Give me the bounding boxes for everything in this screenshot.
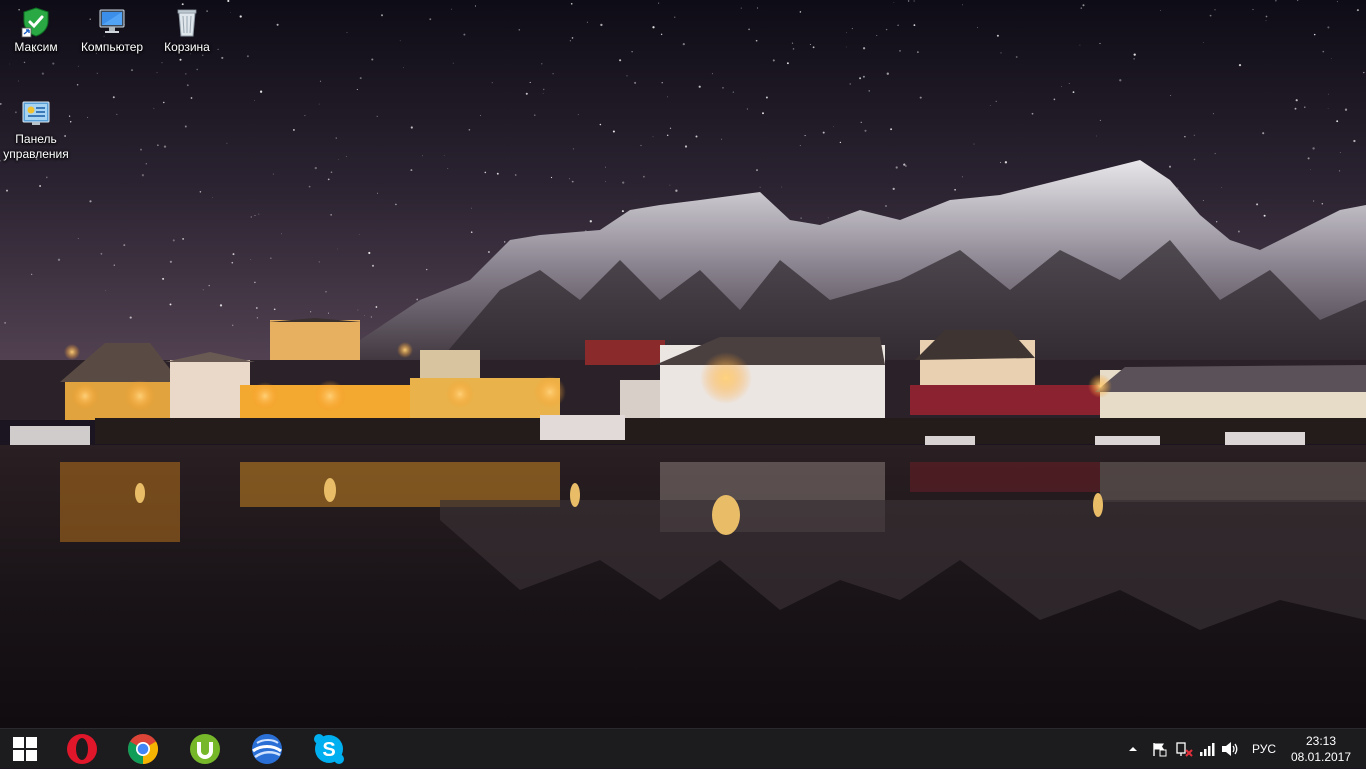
show-hidden-icons-button[interactable] (1126, 739, 1140, 759)
volume-button[interactable] (1221, 739, 1239, 759)
action-center-button[interactable] (1150, 739, 1168, 759)
input-language-indicator[interactable]: РУС (1252, 742, 1276, 756)
taskbar: S РУС 23:13 08.01.2017 (0, 728, 1366, 768)
taskbar-utorrent-button[interactable] (177, 729, 233, 769)
windows-start-icon (13, 737, 37, 761)
opera-icon (67, 734, 97, 764)
clock-date: 08.01.2017 (1290, 750, 1352, 764)
control-panel-icon (22, 101, 50, 125)
taskbar-chrome-button[interactable] (115, 729, 171, 769)
desktop-icon-user[interactable]: Максим (0, 6, 72, 55)
user-folder-icon (21, 7, 49, 38)
signal-bars-icon (1200, 743, 1215, 756)
action-center-flag-icon (1153, 743, 1167, 757)
start-button[interactable] (0, 729, 50, 769)
desktop-icon-control-panel[interactable]: Панель управления (0, 98, 72, 162)
chevron-up-icon (1129, 747, 1137, 751)
taskbar-opera-button[interactable] (54, 729, 110, 769)
taskbar-skype-button[interactable]: S (301, 729, 357, 769)
volume-icon (1222, 742, 1238, 756)
svg-text:S: S (322, 739, 335, 761)
desktop-icon-computer[interactable]: Компьютер (76, 6, 148, 55)
signal-button[interactable] (1198, 739, 1216, 759)
skype-icon: S (314, 734, 344, 764)
desktop-icon-label: Панель управления (0, 132, 72, 162)
chrome-icon (127, 734, 159, 764)
desktop-icon-label-line: управления (3, 147, 69, 161)
recycle-bin-icon (177, 9, 197, 37)
google-earth-icon (252, 734, 282, 764)
network-status-button[interactable] (1174, 739, 1194, 759)
desktop-wallpaper (0, 0, 1366, 728)
clock[interactable]: 23:13 08.01.2017 (1286, 733, 1356, 765)
desktop-icon-recycle-bin[interactable]: Корзина (151, 6, 223, 55)
desktop-icon-label: Максим (14, 40, 58, 54)
pier (95, 418, 1366, 444)
network-warning-icon (1176, 742, 1193, 757)
utorrent-icon (190, 734, 220, 764)
computer-icon (99, 9, 125, 33)
desktop-icon-label-line: Панель (15, 132, 57, 146)
desktop-icon-label: Компьютер (80, 40, 144, 54)
desktop-icon-label: Корзина (164, 40, 210, 54)
clock-time: 23:13 (1305, 734, 1337, 748)
taskbar-google-earth-button[interactable] (239, 729, 295, 769)
